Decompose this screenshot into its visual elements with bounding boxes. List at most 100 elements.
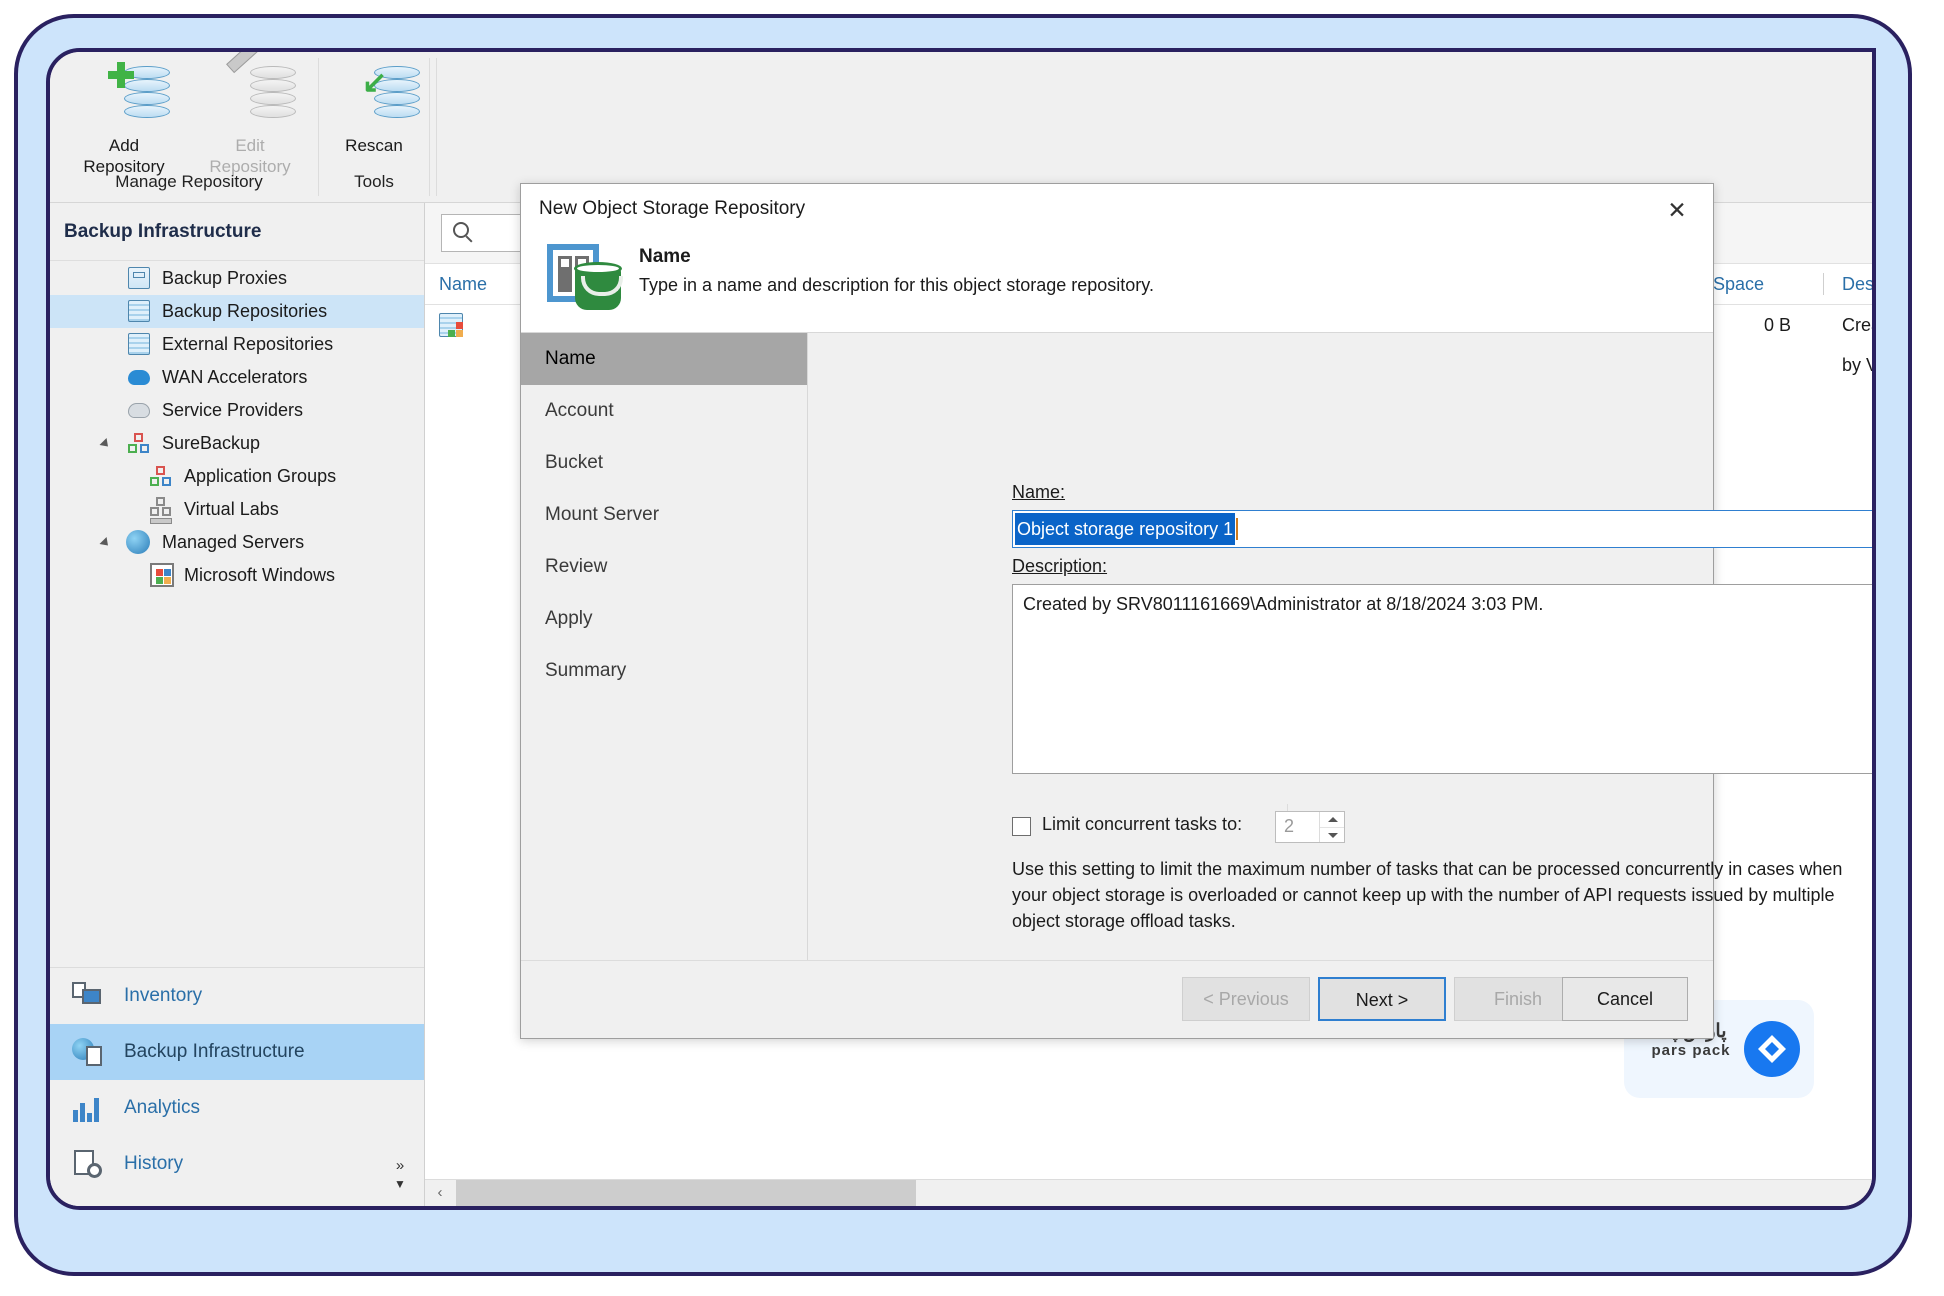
name-label-text: Name:: [1012, 482, 1066, 502]
ribbon-group-manage-repository: Add Repository Edit Repository Manage Re…: [60, 52, 319, 196]
cell-description: Created by Vee: [1842, 315, 1872, 375]
sidebar-item-wan-accelerators[interactable]: WAN Accelerators: [50, 361, 424, 394]
name-field-label: Name:: [1012, 482, 1065, 503]
ribbon-group-label-manage-repository: Manage Repository: [115, 172, 263, 191]
nav-item-backup-infrastructure[interactable]: Backup Infrastructure: [50, 1024, 424, 1080]
virtual-lab-icon: [150, 497, 172, 524]
nav-item-inventory[interactable]: Inventory: [50, 968, 424, 1024]
expander-icon[interactable]: [99, 437, 112, 451]
description-textarea[interactable]: Created by SRV8011161669\Administrator a…: [1012, 584, 1872, 774]
name-input[interactable]: Object storage repository 1: [1012, 510, 1872, 548]
cloud-repo-icon: [128, 333, 150, 355]
dialog-step-title: Name: [639, 246, 691, 267]
chart-icon: [72, 1094, 102, 1122]
sidebar-item-label: WAN Accelerators: [162, 367, 308, 387]
ribbon-toolbar: Add Repository Edit Repository Manage Re…: [50, 52, 1872, 203]
ribbon-group-tools: ↙ Rescan Tools: [319, 58, 430, 196]
limit-concurrent-tasks-value: 2: [1284, 816, 1295, 836]
globe-server-icon: [126, 530, 150, 554]
wizard-step-account[interactable]: Account: [521, 385, 807, 437]
sidebar-item-label: Virtual Labs: [184, 499, 279, 519]
blocks-icon: [128, 433, 150, 455]
name-input-value: Object storage repository 1: [1015, 513, 1236, 545]
next-button[interactable]: Next >: [1318, 977, 1446, 1021]
column-header-name[interactable]: Name: [439, 264, 487, 304]
limit-concurrent-tasks-label: Limit concurrent tasks to:: [1042, 814, 1243, 834]
inventory-icon: [72, 982, 102, 1010]
sidebar-item-microsoft-windows[interactable]: Microsoft Windows: [50, 559, 424, 592]
sidebar-item-application-groups[interactable]: Application Groups: [50, 460, 424, 493]
dialog-title: New Object Storage Repository: [539, 198, 806, 219]
sidebar-item-external-repositories[interactable]: External Repositories: [50, 328, 424, 361]
wizard-step-summary[interactable]: Summary: [521, 645, 807, 697]
server-icon: [128, 267, 150, 289]
sidebar-item-label: Application Groups: [184, 466, 337, 486]
nav-item-label: Inventory: [124, 985, 203, 1006]
search-icon: [453, 222, 469, 238]
column-header-space[interactable]: Space: [1713, 264, 1764, 304]
sidebar-item-label: Service Providers: [162, 400, 304, 420]
limit-concurrent-tasks-stepper[interactable]: 2: [1275, 811, 1345, 843]
dialog-titlebar: New Object Storage Repository ✕: [521, 184, 1713, 236]
object-storage-icon: [541, 238, 625, 322]
nav-item-analytics[interactable]: Analytics: [50, 1080, 424, 1136]
history-icon: [72, 1150, 102, 1178]
cell-space: 0 B: [1763, 315, 1791, 335]
expand-chevrons-icon[interactable]: »: [386, 1158, 414, 1173]
sidebar-panel: Backup Infrastructure Backup Proxies Bac…: [50, 203, 425, 1206]
logo-mark-icon: [1744, 1021, 1800, 1077]
close-icon[interactable]: ✕: [1649, 190, 1705, 230]
database-rescan-icon: ↙: [318, 66, 430, 130]
sidebar-item-label: Backup Repositories: [162, 301, 328, 321]
edit-repository-button: Edit Repository: [194, 52, 306, 177]
nav-item-label: Backup Infrastructure: [124, 1041, 305, 1062]
sidebar-item-backup-proxies[interactable]: Backup Proxies: [50, 262, 424, 295]
dialog-footer: < Previous Next > Finish Cancel: [521, 960, 1713, 1038]
wizard-step-name[interactable]: Name: [521, 333, 807, 385]
wizard-step-review[interactable]: Review: [521, 541, 807, 593]
ribbon-divider: [430, 58, 437, 196]
previous-button: < Previous: [1182, 977, 1310, 1021]
nav-item-label: Analytics: [124, 1097, 201, 1118]
cloud-gray-icon: [128, 403, 150, 418]
add-repository-button[interactable]: Add Repository: [68, 62, 180, 177]
rescan-label: Rescan: [345, 136, 403, 155]
sidebar-item-service-providers[interactable]: Service Providers: [50, 394, 424, 427]
sidebar-item-backup-repositories[interactable]: Backup Repositories: [50, 295, 424, 328]
nav-item-history[interactable]: History: [50, 1136, 424, 1192]
description-field-label: Description:: [1012, 556, 1107, 577]
cloud-arrow-icon: [128, 370, 150, 385]
sidebar-collapse-controls[interactable]: » ▼: [386, 1158, 414, 1192]
logo-text-en: pars pack: [1651, 1042, 1731, 1059]
wizard-step-bucket[interactable]: Bucket: [521, 437, 807, 489]
add-repository-label-line1: Add: [108, 136, 140, 155]
rescan-button[interactable]: ↙ Rescan: [318, 66, 430, 156]
new-object-storage-repository-dialog: New Object Storage Repository ✕ Name Typ…: [520, 183, 1872, 1039]
blocks-icon: [150, 466, 172, 488]
stepper-up-button[interactable]: [1320, 812, 1344, 828]
limit-concurrent-tasks-checkbox[interactable]: [1012, 817, 1031, 836]
wizard-step-apply[interactable]: Apply: [521, 593, 807, 645]
scroll-left-button[interactable]: ‹: [425, 1180, 455, 1206]
sidebar-item-surebackup[interactable]: SureBackup: [50, 427, 424, 460]
sidebar-item-label: Managed Servers: [162, 532, 305, 552]
sidebar-title: Backup Infrastructure: [50, 203, 424, 261]
horizontal-scrollbar[interactable]: ‹: [425, 1179, 1872, 1206]
column-header-description[interactable]: Description: [1842, 264, 1872, 304]
edit-repository-label-line1: Edit: [235, 136, 265, 155]
cancel-button[interactable]: Cancel: [1562, 977, 1688, 1021]
expander-icon[interactable]: [99, 536, 112, 550]
wizard-step-mount-server[interactable]: Mount Server: [521, 489, 807, 541]
database-add-icon: [68, 62, 180, 130]
limit-concurrent-tasks-help-text: Use this setting to limit the maximum nu…: [1012, 859, 1843, 931]
database-edit-icon: [194, 52, 306, 130]
description-label-text: Description:: [1012, 556, 1108, 576]
more-options-icon[interactable]: ▼: [386, 1177, 414, 1192]
infrastructure-tree: Backup Proxies Backup Repositories Exter…: [50, 262, 424, 592]
stepper-down-button[interactable]: [1320, 828, 1344, 843]
sidebar-item-label: Microsoft Windows: [184, 565, 336, 585]
sidebar-item-virtual-labs[interactable]: Virtual Labs: [50, 493, 424, 526]
scrollbar-thumb[interactable]: [456, 1180, 916, 1206]
wizard-steps-list: Name Account Bucket Mount Server Review …: [521, 333, 808, 961]
sidebar-item-managed-servers[interactable]: Managed Servers: [50, 526, 424, 559]
